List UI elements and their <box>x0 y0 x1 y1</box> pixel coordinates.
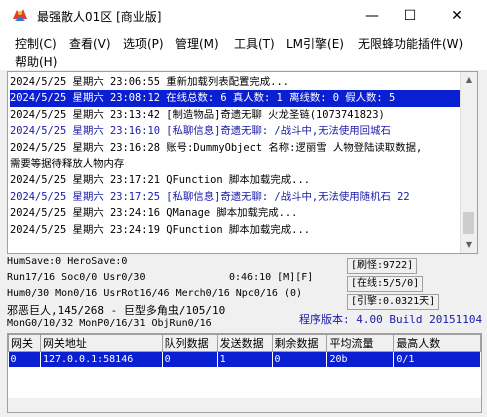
scroll-up-icon[interactable]: ▲ <box>461 72 477 88</box>
close-icon: ✕ <box>451 8 463 24</box>
menu-help[interactable]: 帮助(H) <box>15 53 57 70</box>
log-line[interactable]: 2024/5/25 星期六 23:08:12 在线总数: 6 真人数: 1 离线… <box>10 90 462 107</box>
menu-control[interactable]: 控制(C) <box>15 35 57 52</box>
table-header: 网关 网关地址 队列数据 发送数据 剩余数据 平均流量 最高人数 <box>8 334 481 352</box>
close-button[interactable]: ✕ <box>434 0 480 32</box>
table-cell: 0 <box>8 351 41 367</box>
status-engine: [引擎:0.0321天] <box>347 294 440 310</box>
status-hum: Hum0/30 Mon0/16 UsrRot16/46 Merch0/16 Np… <box>7 288 303 299</box>
gateway-table[interactable]: 网关 网关地址 队列数据 发送数据 剩余数据 平均流量 最高人数 0 127.0… <box>7 333 482 413</box>
menu-tools[interactable]: 工具(T) <box>234 35 275 52</box>
menu-lm-engine[interactable]: LM引擎(E) <box>286 35 344 52</box>
log-line[interactable]: 2024/5/25 星期六 23:06:55 重新加载列表配置完成... <box>10 74 462 90</box>
scroll-thumb[interactable] <box>463 212 474 234</box>
table-cell: 0/1 <box>393 351 481 367</box>
menu-plugins[interactable]: 无限蜂功能插件(W) <box>358 35 463 52</box>
table-row[interactable]: 0 127.0.0.1:58146 0 1 0 20b 0/1 <box>8 351 481 367</box>
table-cell: 0 <box>162 351 218 367</box>
log-line[interactable]: 2024/5/25 星期六 23:17:21 QFunction 脚本加载完成.… <box>10 172 462 188</box>
menu-manage[interactable]: 管理(M) <box>175 35 219 52</box>
log-line[interactable]: 2024/5/25 星期六 23:16:10 [私聊信息]奇遗无聊: /战斗中,… <box>10 123 462 139</box>
log-line[interactable]: 2024/5/25 星期六 23:13:42 [制造物品]奇遗无聊 火龙圣链(1… <box>10 107 462 123</box>
table-cell: 20b <box>326 351 395 367</box>
log-vertical-scrollbar[interactable]: ▲ ▼ <box>460 72 477 253</box>
log-panel[interactable]: 2024/5/25 星期六 23:06:55 重新加载列表配置完成... 2024… <box>7 71 478 254</box>
column-header[interactable]: 平均流量 <box>326 334 395 352</box>
app-icon <box>11 7 29 25</box>
log-line[interactable]: 2024/5/25 星期六 23:24:19 QFunction 脚本加载完成.… <box>10 222 462 238</box>
column-header[interactable]: 最高人数 <box>393 334 481 352</box>
log-line[interactable]: 2024/5/25 星期六 23:24:16 QManage 脚本加载完成... <box>10 205 462 221</box>
maximize-button[interactable]: ☐ <box>387 0 433 32</box>
menu-bar: 控制(C) 查看(V) 选项(P) 管理(M) 工具(T) LM引擎(E) 无限… <box>0 32 487 70</box>
status-refresh: [刷怪:9722] <box>347 258 418 274</box>
scroll-down-icon[interactable]: ▼ <box>461 237 477 253</box>
status-online: [在线:5/5/0] <box>347 276 424 292</box>
title-bar: 最强散人01区 [商业版] — ☐ ✕ <box>0 0 487 32</box>
column-header[interactable]: 网关 <box>8 334 41 352</box>
status-run: Run17/16 Soc0/0 Usr0/30 <box>7 272 146 283</box>
version-label: 程序版本: 4.00 Build 20151104 <box>299 313 483 326</box>
menu-options[interactable]: 选项(P) <box>123 35 164 52</box>
column-header[interactable]: 队列数据 <box>161 334 218 352</box>
menu-view[interactable]: 查看(V) <box>69 35 111 52</box>
minimize-icon: — <box>365 8 379 24</box>
status-mon: MonG0/10/32 MonP0/16/31 ObjRun0/16 <box>7 318 212 329</box>
table-cell: 1 <box>217 351 273 367</box>
status-boss: 邪恶巨人,145/268 - 巨型多角虫/105/10 <box>7 304 226 317</box>
log-line[interactable]: 需要等据待释放人物内存 <box>10 156 462 172</box>
table-cell: 0 <box>272 351 328 367</box>
table-cell: 127.0.0.1:58146 <box>40 351 163 367</box>
table-horizontal-scrollbar[interactable] <box>8 398 481 412</box>
status-humsave: HumSave:0 HeroSave:0 <box>7 256 128 267</box>
log-line[interactable]: 2024/5/25 星期六 23:16:28 账号:DummyObject 名称… <box>10 140 462 156</box>
window-title: 最强散人01区 [商业版] <box>37 10 162 24</box>
column-header[interactable]: 剩余数据 <box>271 334 328 352</box>
maximize-icon: ☐ <box>403 8 417 24</box>
status-time: 0:46:10 [M][F] <box>229 272 314 283</box>
column-header[interactable]: 网关地址 <box>39 334 163 352</box>
column-header[interactable]: 发送数据 <box>216 334 273 352</box>
log-line[interactable]: 2024/5/25 星期六 23:17:25 [私聊信息]奇遗无聊: /战斗中,… <box>10 189 462 205</box>
log-lines: 2024/5/25 星期六 23:06:55 重新加载列表配置完成... 2024… <box>10 74 462 238</box>
